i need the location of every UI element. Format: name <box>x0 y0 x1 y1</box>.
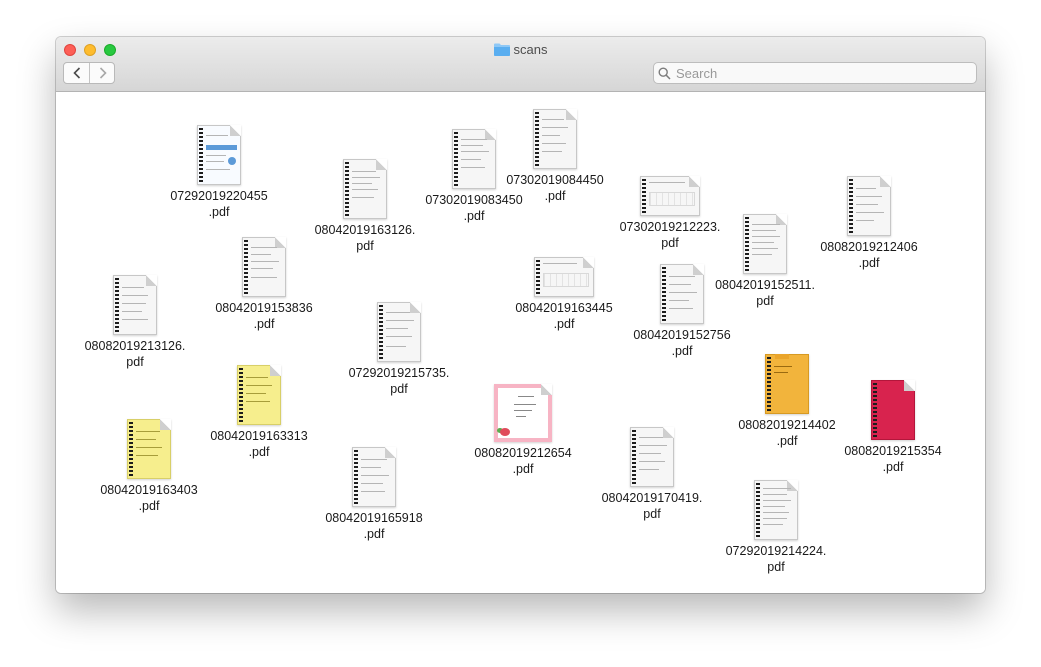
file-name: 07292019214224. pdf <box>725 544 827 574</box>
pdf-thumbnail <box>608 152 732 216</box>
file-name: 08082019212654 .pdf <box>474 446 572 476</box>
search-field[interactable] <box>653 62 977 84</box>
file-name: 08042019153836 .pdf <box>215 301 313 331</box>
pdf-thumbnail <box>461 378 585 442</box>
chevron-left-icon <box>72 67 80 79</box>
icon-view[interactable]: 07292019220455 .pdf 08042019163126. pdf 07… <box>56 92 985 593</box>
file-name: 08042019163445 .pdf <box>515 301 613 331</box>
pdf-thumbnail <box>197 361 321 425</box>
pdf-thumbnail <box>202 233 326 297</box>
file-name: 08082019215354 .pdf <box>844 444 942 474</box>
file-name: 07292019215735. pdf <box>348 366 450 396</box>
back-button[interactable] <box>64 63 90 83</box>
search-icon <box>658 67 671 80</box>
file-name: 08042019163313 .pdf <box>210 429 308 459</box>
title-bar[interactable]: scans <box>56 37 985 92</box>
file-name: 08042019163403 .pdf <box>100 483 198 513</box>
pdf-thumbnail <box>157 121 281 185</box>
file-name: 07302019084450 .pdf <box>506 173 604 203</box>
chevron-right-icon <box>99 67 107 79</box>
pdf-thumbnail <box>502 233 626 297</box>
file-name: 08042019170419. pdf <box>601 491 703 521</box>
pdf-thumbnail <box>714 476 838 540</box>
pdf-thumbnail <box>337 298 461 362</box>
finder-window: scans Search 07292019220455 .pdf 0804201… <box>56 37 985 593</box>
forward-button[interactable] <box>90 63 115 83</box>
folder-icon <box>493 43 510 56</box>
pdf-thumbnail <box>312 443 436 507</box>
window-title: scans <box>56 41 985 59</box>
file-name: 08082019213126. pdf <box>84 339 186 369</box>
pdf-thumbnail <box>87 415 211 479</box>
pdf-thumbnail <box>303 155 427 219</box>
pdf-thumbnail <box>620 260 744 324</box>
file-name: 08042019165918 .pdf <box>325 511 423 541</box>
navigation-buttons <box>63 62 115 84</box>
file-name: 07292019220455 .pdf <box>170 189 268 219</box>
pdf-thumbnail <box>493 105 617 169</box>
window-title-text: scans <box>513 42 548 57</box>
pdf-thumbnail <box>590 423 714 487</box>
search-input[interactable] <box>676 64 971 82</box>
pdf-thumbnail <box>73 271 197 335</box>
pdf-thumbnail <box>831 376 955 440</box>
